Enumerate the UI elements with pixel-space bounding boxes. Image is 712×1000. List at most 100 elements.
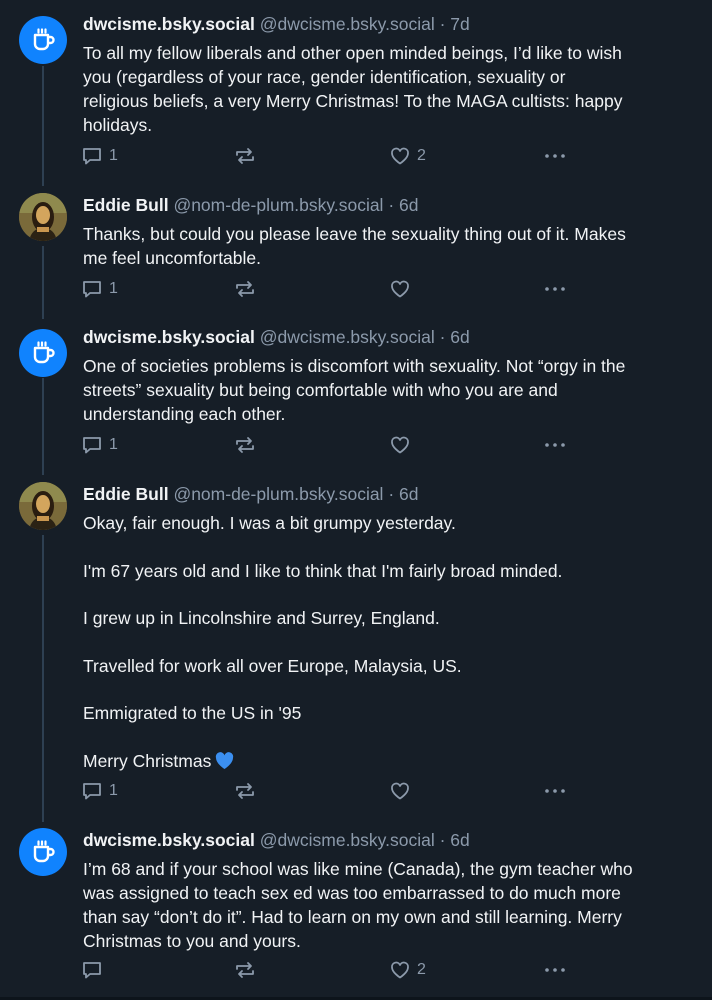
thread-line [42,246,44,319]
avatar[interactable] [19,16,67,64]
text-paragraph: Emmigrated to the US in '95 [83,703,302,723]
author-name[interactable]: dwcisme.bsky.social [83,14,255,34]
separator-dot: · [439,14,446,34]
more-dots-icon [545,443,565,447]
post-actions: 1 [81,779,581,803]
more-dots-icon [545,287,565,291]
separator-dot: · [439,830,446,850]
text-line: me feel uncomfortable. [83,248,262,268]
like-button[interactable] [389,433,417,457]
more-options-button[interactable] [543,779,567,803]
post-actions: 1 2 [81,144,581,168]
post-time[interactable]: 6d [399,484,418,504]
post-text: To all my fellow liberals and other open… [83,41,683,137]
post-header: dwcisme.bsky.social @dwcisme.bsky.social… [83,12,470,36]
reply-button[interactable]: 1 [81,433,118,457]
reply-count: 1 [109,147,118,164]
coffee-cup-icon [33,341,55,364]
post-time[interactable]: 6d [399,195,418,215]
mona-lisa-avatar [19,482,67,530]
reply-button[interactable]: 1 [81,277,118,301]
text-paragraph-last: Merry Christmas [83,749,683,776]
coffee-cup-icon [33,840,55,863]
text-line: One of societies problems is discomfort … [83,356,626,376]
repost-button[interactable] [233,433,257,457]
mona-lisa-avatar [19,193,67,241]
blue-heart-icon [215,751,234,776]
like-button[interactable] [389,277,417,301]
text-line: religious beliefs, a very Merry Christma… [83,91,623,111]
like-count: 2 [417,961,426,978]
more-options-button[interactable] [543,144,567,168]
post-time[interactable]: 6d [450,830,469,850]
author-name[interactable]: Eddie Bull [83,484,169,504]
avatar[interactable] [19,193,67,241]
author-handle[interactable]: @dwcisme.bsky.social [260,830,435,850]
avatar[interactable] [19,828,67,876]
separator-dot: · [388,484,395,504]
reply-icon [83,783,101,800]
like-count: 2 [417,147,426,164]
text-line: Christmas to you and yours. [83,931,301,951]
post-header: Eddie Bull @nom-de-plum.bsky.social · 6d [83,193,419,217]
author-handle[interactable]: @nom-de-plum.bsky.social [173,484,383,504]
thread-line [42,378,44,475]
reply-button[interactable]: 1 [81,779,118,803]
text-line: you (regardless of your race, gender ide… [83,67,566,87]
text-line: understanding each other. [83,404,286,424]
separator-dot: · [439,327,446,347]
author-name[interactable]: dwcisme.bsky.social [83,327,255,347]
avatar[interactable] [19,482,67,530]
reply-button[interactable]: 1 [81,144,118,168]
separator-dot: · [388,195,395,215]
post-text: Okay, fair enough. I was a bit grumpy ye… [83,511,683,776]
repost-icon [236,437,254,453]
like-button[interactable]: 2 [389,144,426,168]
author-name[interactable]: dwcisme.bsky.social [83,830,255,850]
like-button[interactable] [389,779,417,803]
post-actions: 1 [81,433,581,457]
text-paragraph: I grew up in Lincolnshire and Surrey, En… [83,608,440,628]
reply-icon [83,148,101,165]
text-line: streets” sexuality but being comfortable… [83,380,558,400]
post-header: Eddie Bull @nom-de-plum.bsky.social · 6d [83,482,419,506]
more-dots-icon [545,789,565,793]
reply-count: 1 [109,436,118,453]
post-text: I’m 68 and if your school was like mine … [83,857,683,953]
text-paragraph: Okay, fair enough. I was a bit grumpy ye… [83,513,456,533]
text-line: than say “don’t do it”. Had to learn on … [83,907,622,927]
coffee-cup-icon [33,28,55,51]
text-line: Thanks, but could you please leave the s… [83,224,626,244]
more-options-button[interactable] [543,433,567,457]
heart-icon [391,782,409,800]
heart-icon [391,280,409,298]
repost-icon [236,962,254,978]
avatar[interactable] [19,329,67,377]
text-paragraph: Merry Christmas [83,750,212,771]
post-header: dwcisme.bsky.social @dwcisme.bsky.social… [83,828,470,852]
heart-icon [391,436,409,454]
author-handle[interactable]: @dwcisme.bsky.social [260,327,435,347]
thread: dwcisme.bsky.social @dwcisme.bsky.social… [0,0,712,1000]
like-button[interactable]: 2 [389,958,426,982]
repost-button[interactable] [233,958,257,982]
more-options-button[interactable] [543,277,567,301]
author-handle[interactable]: @dwcisme.bsky.social [260,14,435,34]
text-line: holidays. [83,115,153,135]
post-time[interactable]: 6d [450,327,469,347]
reply-icon [83,281,101,298]
post-header: dwcisme.bsky.social @dwcisme.bsky.social… [83,325,470,349]
more-options-button[interactable] [543,958,567,982]
repost-button[interactable] [233,144,257,168]
author-handle[interactable]: @nom-de-plum.bsky.social [173,195,383,215]
repost-icon [236,148,254,164]
text-paragraph: I'm 67 years old and I like to think tha… [83,560,563,581]
repost-icon [236,281,254,297]
reply-button[interactable] [81,958,109,982]
heart-icon [391,961,409,979]
repost-button[interactable] [233,277,257,301]
author-name[interactable]: Eddie Bull [83,195,169,215]
post-text: One of societies problems is discomfort … [83,354,683,426]
post-time[interactable]: 7d [450,14,469,34]
repost-button[interactable] [233,779,257,803]
